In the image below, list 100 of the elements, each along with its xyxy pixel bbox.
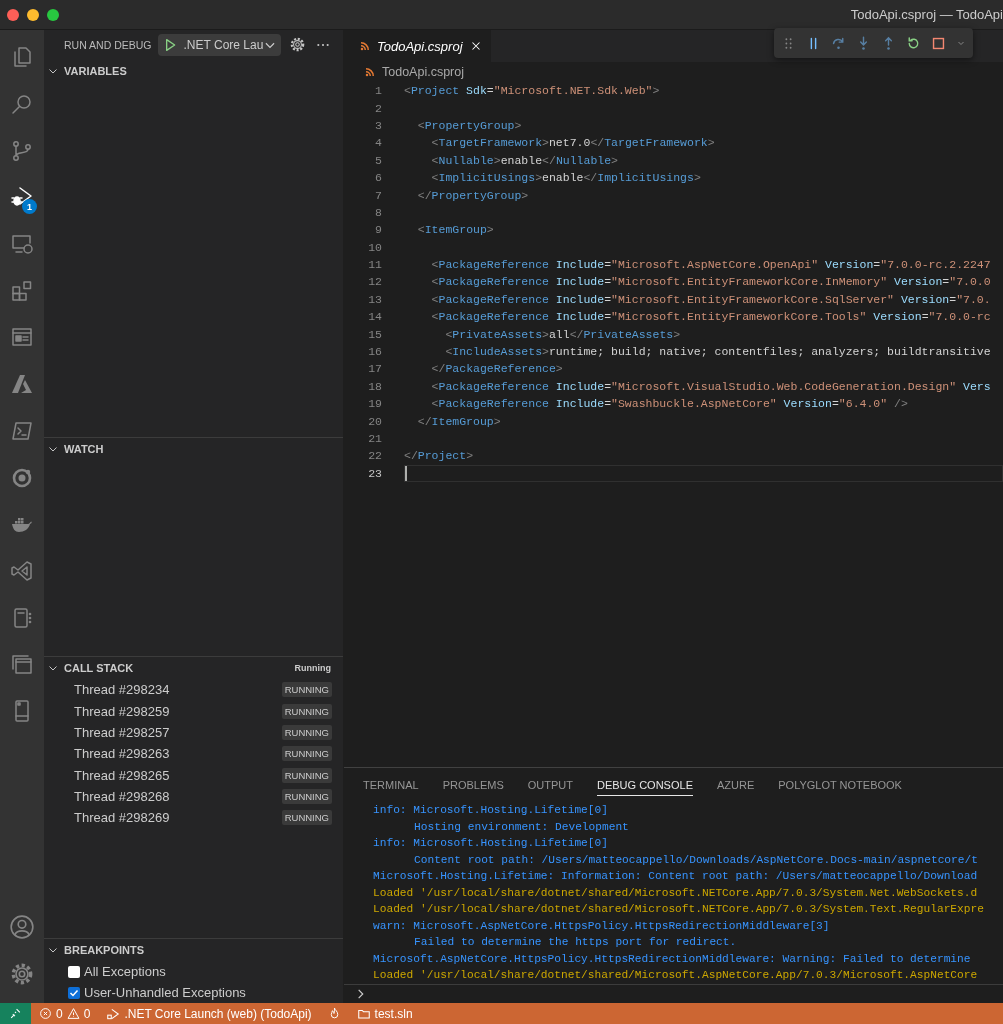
- thread-item[interactable]: Thread #298265: [74, 767, 170, 783]
- warning-count[interactable]: 0: [83, 1006, 91, 1021]
- debug-launch-icon: [106, 1006, 121, 1021]
- status-badge: RUNNING: [281, 767, 332, 783]
- console-line: info: Microsoft.Hosting.Lifetime[0]: [373, 803, 609, 818]
- code-line: <Nullable>enable</Nullable>: [430, 152, 619, 169]
- search-icon[interactable]: [10, 92, 34, 117]
- section-title[interactable]: CALL STACK: [64, 662, 134, 675]
- thread-item[interactable]: Thread #298263: [74, 746, 170, 762]
- thread-item[interactable]: Thread #298259: [74, 703, 170, 719]
- code-line: <ImplicitUsings>enable</ImplicitUsings>: [430, 170, 702, 187]
- line-number: 13: [367, 292, 382, 306]
- status-badge: RUNNING: [281, 810, 332, 826]
- line-number: 22: [367, 449, 382, 463]
- line-number: 10: [367, 240, 382, 254]
- section-title[interactable]: VARIABLES: [64, 64, 127, 77]
- remote-icon: [9, 1007, 22, 1020]
- code-line: <PackageReference Include="Microsoft.EntityFrameworkCore.SqlServer" Version="7.0.: [430, 291, 992, 308]
- window-minimize-button[interactable]: [27, 8, 39, 21]
- console-line: warn: Microsoft.AspNetCore.HttpsPolicy.HttpsRedirectionMiddleware[3]: [373, 918, 831, 934]
- code-line: </ItemGroup>: [416, 413, 502, 430]
- line-number: 9: [374, 223, 382, 237]
- line-number: 20: [367, 414, 382, 428]
- line-number: 3: [374, 118, 382, 132]
- workspace-name[interactable]: test.sln: [374, 1006, 413, 1021]
- session-status: Running: [294, 663, 331, 674]
- code-line: <TargetFramework>net7.0</TargetFramework>: [430, 135, 716, 152]
- panel-tab[interactable]: PROBLEMS: [442, 772, 504, 796]
- code-line: <IncludeAssets>runtime; build; native; contentfiles; analyzers; buildtransitive: [444, 344, 992, 361]
- code-line: </PackageReference>: [430, 361, 564, 378]
- code-line: <PrivateAssets>all</PrivateAssets>: [444, 326, 682, 343]
- line-number: 4: [374, 136, 382, 150]
- line-number: 18: [367, 379, 382, 393]
- status-badge: RUNNING: [281, 703, 332, 719]
- line-number: 8: [374, 205, 382, 219]
- line-number: 6: [374, 171, 382, 185]
- section-title[interactable]: WATCH: [64, 442, 104, 455]
- panel-tab[interactable]: TERMINAL: [363, 772, 419, 796]
- line-number: 23: [367, 466, 382, 480]
- editor-tab[interactable]: TodoApi.csproj: [344, 30, 491, 62]
- text-cursor: [405, 465, 407, 481]
- status-badge: RUNNING: [281, 788, 332, 804]
- remote-monitor-icon[interactable]: [10, 232, 34, 257]
- stacked-windows-icon[interactable]: [10, 652, 34, 677]
- account-icon[interactable]: [9, 913, 35, 940]
- line-number: 12: [367, 275, 382, 289]
- code-line: <PackageReference Include="Microsoft.EntityFrameworkCore.InMemory" Version="7.0.0: [430, 274, 992, 291]
- panel-title: RUN AND DEBUG: [64, 39, 152, 51]
- extensions-icon[interactable]: [10, 278, 34, 303]
- line-number: 16: [367, 345, 382, 359]
- line-number: 14: [367, 310, 382, 324]
- count-badge: 1: [22, 199, 37, 215]
- rss-icon: [359, 40, 371, 52]
- window-close-button[interactable]: [7, 8, 19, 21]
- console-line: Hosting environment: Development: [413, 819, 630, 835]
- thread-item[interactable]: Thread #298257: [74, 725, 170, 741]
- console-line: Loaded '/usr/local/share/dotnet/shared/Microsoft.NETCore.App/7.0.3/System.Text.RegularExpre: [373, 902, 985, 917]
- warning-icon: [66, 1007, 80, 1020]
- line-number: 11: [367, 258, 382, 272]
- panel-tab[interactable]: DEBUG CONSOLE: [597, 772, 693, 796]
- error-icon: [39, 1007, 52, 1020]
- thread-item[interactable]: Thread #298234: [74, 682, 170, 698]
- line-number: 19: [367, 397, 382, 411]
- rss-icon: [364, 66, 376, 78]
- code-line: <PackageReference Include="Swashbuckle.AspNetCore" Version="6.4.0" />: [430, 396, 909, 413]
- launch-config-name[interactable]: .NET Core Launch (web) (TodoApi): [124, 1006, 312, 1021]
- code-line: </PropertyGroup>: [416, 187, 530, 204]
- line-number: 7: [374, 188, 382, 202]
- window-title: TodoApi.csproj — TodoApi: [850, 7, 1003, 22]
- console-line: Content root path: /Users/matteocappello/Downloads/AspNetCore.Docs-main/aspnetcore/t: [413, 852, 979, 868]
- code-line: <PackageReference Include="Microsoft.EntityFrameworkCore.Tools" Version="7.0.0-rc: [430, 309, 992, 326]
- branch-icon[interactable]: [10, 138, 34, 163]
- config-dropdown[interactable]: .NET Core Lau: [183, 38, 278, 52]
- checkbox-label: All Exceptions: [84, 964, 166, 979]
- console-line: Microsoft.AspNetCore.HttpsPolicy.HttpsRedirectionMiddleware: Warning: Failed to determine: [373, 951, 972, 967]
- infinity-ribbon-icon[interactable]: [10, 558, 34, 583]
- code-line: <ItemGroup>: [416, 222, 495, 239]
- console-line: info: Microsoft.Hosting.Lifetime[0]: [373, 836, 609, 851]
- panel-tab[interactable]: POLYGLOT NOTEBOOK: [778, 772, 902, 796]
- console-line: Microsoft.Hosting.Lifetime: Information: Content root path: /Users/matteocappello/Download: [373, 869, 979, 884]
- console-line: Failed to determine the https port for redirect.: [413, 935, 738, 950]
- line-number: 1: [374, 84, 382, 98]
- window-zoom-button[interactable]: [47, 8, 59, 21]
- panel-tab[interactable]: AZURE: [716, 772, 755, 796]
- checkbox[interactable]: [68, 986, 80, 999]
- thread-item[interactable]: Thread #298268: [74, 788, 170, 804]
- status-badge: RUNNING: [281, 682, 332, 698]
- code-line: <PackageReference Include="Microsoft.AspNetCore.OpenApi" Version="7.0.0-rc.2.2247: [430, 257, 992, 274]
- thread-item[interactable]: Thread #298269: [74, 810, 170, 826]
- code-line: <PropertyGroup>: [416, 117, 523, 134]
- settings-icon[interactable]: [289, 36, 307, 54]
- code-line: <Project Sdk="Microsoft.NET.Sdk.Web">: [404, 83, 661, 100]
- section-title[interactable]: BREAKPOINTS: [64, 944, 145, 956]
- line-number: 15: [367, 327, 382, 341]
- console-line: Loaded '/usr/local/share/dotnet/shared/Microsoft.NETCore.App/7.0.3/System.Net.WebSockets.d: [373, 885, 979, 901]
- line-number: 5: [374, 153, 382, 167]
- panel-tab[interactable]: OUTPUT: [527, 772, 573, 796]
- checkbox[interactable]: [68, 965, 80, 978]
- breadcrumb-item[interactable]: TodoApi.csproj: [382, 65, 464, 79]
- error-count[interactable]: 0: [56, 1006, 63, 1021]
